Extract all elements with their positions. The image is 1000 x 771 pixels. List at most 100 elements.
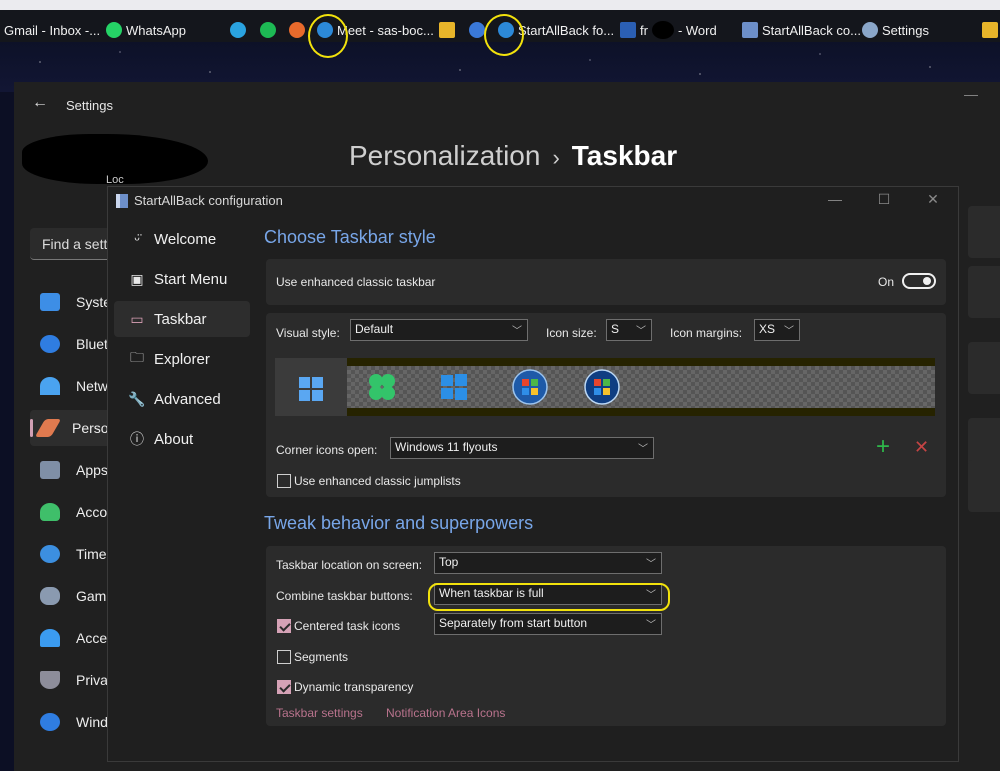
minimize-button[interactable]: —	[964, 86, 978, 102]
tray-app-icon[interactable]	[982, 22, 998, 38]
shield-icon	[40, 671, 60, 689]
sab-nav-welcome[interactable]: ᵕ̈ Welcome	[114, 221, 250, 257]
taskbar-style-preview	[275, 358, 935, 416]
folder-icon: 🗀	[130, 349, 144, 365]
breadcrumb-separator: ›	[552, 145, 560, 170]
jumplists-label: Use enhanced classic jumplists	[294, 474, 461, 488]
firefox-icon[interactable]	[289, 22, 305, 38]
startallback-icon	[742, 22, 758, 38]
taskbar-label: StartAllBack fo...	[518, 22, 615, 38]
minimize-button[interactable]: —	[825, 191, 845, 207]
taskbar-label: - Word	[677, 22, 717, 38]
annotation-circle-meet	[308, 14, 348, 58]
gamepad-icon	[40, 587, 60, 605]
remove-icon[interactable]: ✕	[914, 437, 929, 457]
vista-orb-icon[interactable]	[583, 368, 621, 406]
centered-icons-label: Centered task icons	[294, 619, 401, 633]
dynamic-transparency-checkbox[interactable]	[277, 680, 291, 694]
preview-strip	[347, 358, 935, 416]
spotify-icon[interactable]	[260, 22, 276, 38]
settings-card[interactable]	[968, 460, 1000, 512]
settings-card[interactable]	[968, 266, 1000, 318]
behavior-panel: Taskbar location on screen: Top ﹀ Combine…	[266, 546, 946, 726]
sab-nav-advanced[interactable]: 🔧 Advanced	[114, 381, 250, 417]
sab-nav-taskbar[interactable]: ▭ Taskbar	[114, 301, 250, 337]
chevron-down-icon: ﹀	[512, 326, 522, 337]
enhanced-taskbar-toggle[interactable]	[902, 273, 936, 289]
taskbar-button-word[interactable]: fr - Word	[620, 18, 717, 42]
bluetooth-icon	[40, 335, 60, 353]
centered-mode-select[interactable]: Separately from start button ﹀	[434, 613, 662, 635]
sab-nav-label: Welcome	[154, 230, 217, 248]
taskbar-settings-link[interactable]: Taskbar settings	[276, 706, 363, 720]
breadcrumb: Personalization › Taskbar	[349, 140, 677, 172]
taskbar-button-startallback-config[interactable]: StartAllBack co...	[742, 18, 861, 42]
visual-style-select[interactable]: Default ﹀	[350, 319, 528, 341]
taskbar-label: Settings	[882, 22, 929, 38]
taskbar-label: WhatsApp	[126, 22, 186, 38]
settings-title: Settings	[66, 98, 113, 113]
sab-nav-label: Taskbar	[154, 310, 207, 328]
sab-nav-label: Start Menu	[154, 270, 228, 288]
centered-icons-checkbox[interactable]	[277, 619, 291, 633]
wifi-icon	[40, 377, 60, 395]
taskbar-label: Meet - sas-boc...	[337, 22, 434, 38]
chevron-down-icon: ﹀	[784, 326, 794, 337]
account-subtext: Loc	[106, 174, 124, 186]
taskbar-icon: ▭	[130, 310, 144, 327]
sab-nav-start-menu[interactable]: ▣ Start Menu	[114, 261, 250, 297]
back-arrow-icon[interactable]: ←	[32, 94, 48, 112]
startallback-window: StartAllBack configuration — ☐ ✕ ᵕ̈ Welc…	[107, 186, 959, 762]
chevron-down-icon: ﹀	[646, 559, 656, 570]
icon-margins-select[interactable]: XS ﹀	[754, 319, 800, 341]
combine-label: Combine taskbar buttons:	[276, 589, 413, 603]
section-heading-style: Choose Taskbar style	[264, 227, 436, 247]
taskbar-label: fr	[640, 22, 648, 38]
location-select[interactable]: Top ﹀	[434, 552, 662, 574]
segments-checkbox[interactable]	[277, 650, 291, 664]
sab-nav-label: About	[154, 430, 194, 448]
preview-option-win11[interactable]	[275, 358, 347, 416]
system-icon	[40, 293, 60, 311]
enhanced-taskbar-label: Use enhanced classic taskbar	[276, 275, 436, 289]
toggle-state-label: On	[878, 275, 895, 289]
taskbar-label: StartAllBack co...	[762, 22, 861, 38]
windows7-orb-icon[interactable]	[511, 368, 549, 406]
word-icon	[620, 22, 636, 38]
select-value: XS	[759, 322, 776, 336]
taskbar-button-gmail[interactable]: Gmail - Inbox -...	[4, 18, 100, 42]
add-icon[interactable]: +	[876, 435, 890, 459]
page-title: Taskbar	[571, 140, 678, 171]
wrench-icon: 🔧	[128, 390, 146, 407]
taskbar-button-settings[interactable]: Settings	[862, 18, 929, 42]
taskbar-button-whatsapp[interactable]: WhatsApp	[106, 18, 186, 42]
sab-nav-about[interactable]: ⓘ About	[114, 421, 250, 457]
firefox-dev-icon[interactable]	[469, 22, 485, 38]
accounts-icon	[40, 503, 60, 521]
chevron-down-icon: ﹀	[638, 444, 648, 455]
chevron-down-icon: ﹀	[646, 620, 656, 631]
clover-start-icon[interactable]	[367, 372, 397, 402]
settings-card[interactable]	[968, 342, 1000, 394]
maximize-button[interactable]: ☐	[874, 191, 894, 208]
breadcrumb-parent[interactable]: Personalization	[349, 140, 540, 171]
smiley-icon: ᵕ̈	[134, 231, 140, 247]
annotation-circle-startallback	[484, 14, 524, 56]
dynamic-transparency-label: Dynamic transparency	[294, 680, 414, 694]
telegram-icon[interactable]	[230, 22, 246, 38]
sab-nav-explorer[interactable]: 🗀 Explorer	[114, 341, 250, 377]
icon-size-select[interactable]: S ﹀	[606, 319, 652, 341]
jumplists-checkbox[interactable]	[277, 474, 291, 488]
icon-margins-label: Icon margins:	[670, 326, 743, 340]
info-icon: ⓘ	[130, 431, 144, 447]
close-button[interactable]: ✕	[923, 191, 943, 208]
corner-icons-select[interactable]: Windows 11 flyouts ﹀	[390, 437, 654, 459]
whatsapp-icon	[106, 22, 122, 38]
notification-icons-link[interactable]: Notification Area Icons	[386, 706, 505, 720]
startallback-icon	[116, 193, 128, 208]
window-titlebar: StartAllBack configuration	[116, 193, 283, 208]
file-explorer-icon[interactable]	[439, 22, 455, 38]
windows10-logo-icon[interactable]	[439, 372, 469, 402]
settings-card[interactable]	[968, 206, 1000, 258]
icon-size-label: Icon size:	[546, 326, 597, 340]
